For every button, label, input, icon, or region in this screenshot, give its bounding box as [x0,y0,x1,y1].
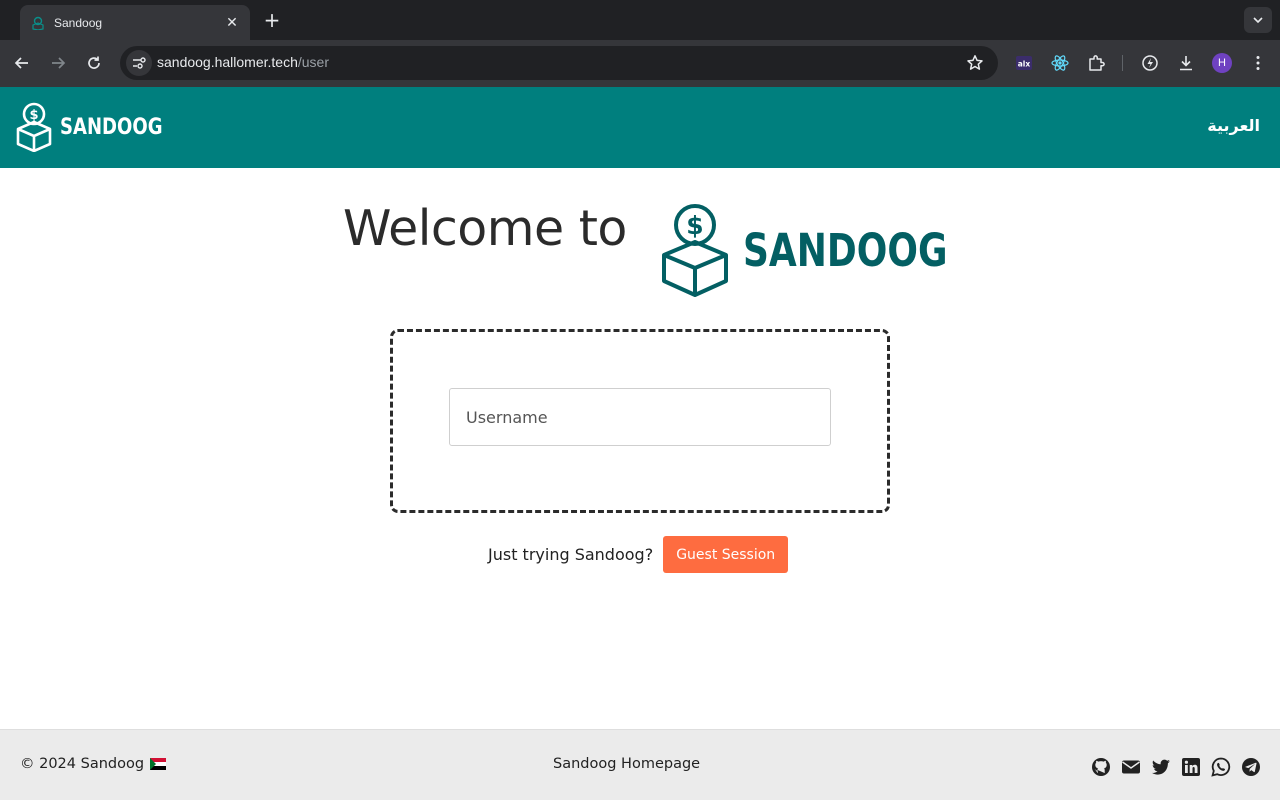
username-input[interactable] [449,388,831,446]
react-devtools-icon[interactable] [1049,52,1071,74]
browser-tabstrip: Sandoog ✕ + [0,0,1280,40]
reload-button[interactable] [83,52,105,74]
language-switch-link[interactable]: العربية [1207,116,1260,135]
homepage-link[interactable]: Sandoog Homepage [553,756,700,772]
welcome-logo: $ SANDOOG [661,203,999,297]
url-host: sandoog.hallomer.tech [157,54,298,70]
header-logo[interactable]: $ SANDOOG [16,102,185,152]
github-icon[interactable] [1090,756,1112,778]
login-form [390,329,890,513]
extensions-puzzle-icon[interactable] [1085,52,1107,74]
tab-search-button[interactable] [1244,7,1272,33]
chevron-down-icon [1253,17,1263,24]
alx-extension-icon[interactable]: alx [1013,52,1035,74]
site-footer: © 2024 Sandoog Sandoog Homepage [0,729,1280,800]
welcome-heading: Welcome to $ SANDOOG [343,200,948,297]
url-text: sandoog.hallomer.tech/user [157,54,329,70]
toolbar-divider [1122,55,1123,71]
forward-button[interactable] [47,52,69,74]
guest-session-row: Just trying Sandoog? Guest Session [488,536,789,573]
address-bar[interactable]: sandoog.hallomer.tech/user [120,46,998,80]
svg-text:alx: alx [1018,60,1031,69]
guest-prompt-text: Just trying Sandoog? [488,545,654,564]
telegram-icon[interactable] [1240,756,1262,778]
twitter-icon[interactable] [1150,756,1172,778]
sandoog-box-icon: $ [16,102,52,152]
performance-icon[interactable] [1139,52,1161,74]
copyright: © 2024 Sandoog [20,756,167,772]
bookmark-star-icon[interactable] [966,54,984,72]
tab-title: Sandoog [54,15,103,30]
linkedin-icon[interactable] [1180,756,1202,778]
sandoog-box-icon: $ [662,204,728,297]
browser-menu-icon[interactable] [1247,52,1269,74]
url-path: /user [297,54,329,70]
new-tab-icon[interactable]: + [262,10,282,30]
svg-text:$: $ [686,211,703,240]
guest-session-button[interactable]: Guest Session [663,536,789,573]
profile-avatar[interactable]: H [1212,53,1232,73]
site-info-icon[interactable] [126,50,152,76]
sudan-flag-icon [150,758,167,770]
header-logo-text: SANDOOG [60,114,163,140]
sandoog-favicon-icon [30,15,46,31]
welcome-logo-text: SANDOOG [743,223,948,277]
arrow-left-icon [14,57,28,69]
browser-toolbar: sandoog.hallomer.tech/user alx [0,40,1280,87]
browser-tab[interactable]: Sandoog ✕ [20,5,250,40]
social-links [1090,756,1262,778]
close-tab-icon[interactable]: ✕ [224,15,240,31]
welcome-text: Welcome to [343,200,627,257]
copyright-text: © 2024 Sandoog [20,756,145,772]
site-header: $ SANDOOG العربية [0,87,1280,168]
arrow-right-icon [52,57,66,69]
reload-icon [88,56,100,69]
email-icon[interactable] [1120,756,1142,778]
whatsapp-icon[interactable] [1210,756,1232,778]
back-button[interactable] [11,52,33,74]
download-icon[interactable] [1175,52,1197,74]
